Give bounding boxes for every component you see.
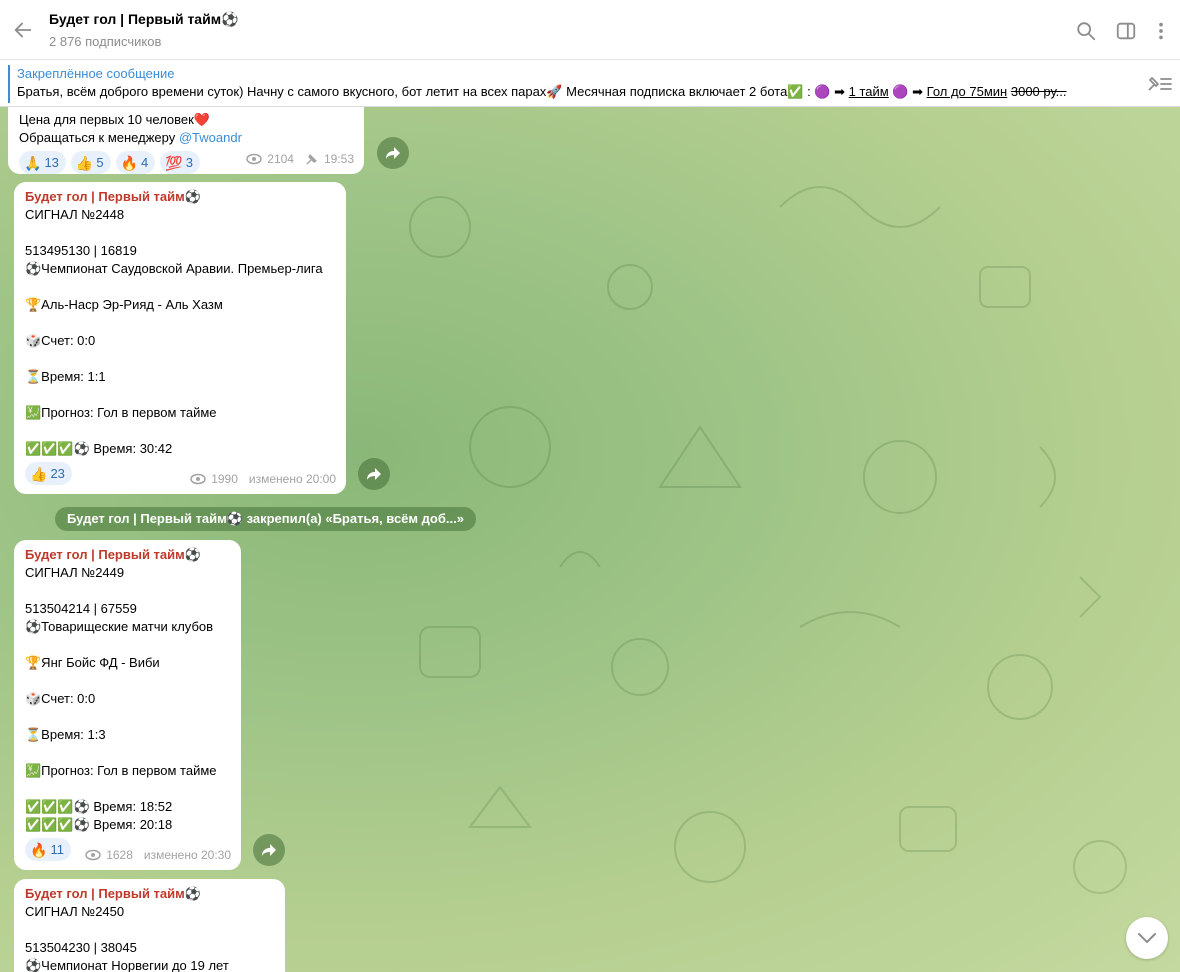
signal-number: СИГНАЛ №2448 (25, 207, 125, 222)
reaction-emoji: 🔥 (120, 154, 139, 171)
edited-time: изменено 20:30 (143, 848, 231, 862)
match-ids: 513504214 | 67559 (25, 601, 137, 616)
result-line: ✅✅✅⚽ Время: 18:52 (25, 799, 173, 814)
subscriber-count: 2 876 подписчиков (49, 34, 162, 49)
pinned-link-1[interactable]: 1 тайм (849, 84, 889, 99)
pinned-link-2[interactable]: Гол до 75мин (927, 84, 1008, 99)
reaction-chip[interactable]: 🔥 11 (25, 838, 71, 861)
edited-time: изменено 20:00 (248, 472, 336, 486)
sidebar-toggle-icon[interactable] (1115, 20, 1137, 42)
message-meta: 1990 изменено 20:00 (190, 470, 336, 488)
match-score: 🎲Счет: 0:0 (25, 333, 96, 348)
forward-arrow-icon (386, 147, 400, 159)
pinned-text-start: Братья, всём доброго времени суток) Начн… (17, 84, 849, 99)
message-bubble: Будет гол | Первый тайм⚽ СИГНАЛ №2450 51… (14, 879, 285, 972)
reaction-chip[interactable]: 💯 3 (160, 151, 200, 174)
back-arrow-icon[interactable] (12, 19, 34, 41)
pinned-strike-price: 3000 ру... (1010, 84, 1067, 99)
scroll-down-button[interactable] (1126, 917, 1168, 959)
reaction-count: 11 (50, 841, 64, 857)
message-author[interactable]: Будет гол | Первый тайм⚽ (25, 885, 275, 903)
reaction-emoji: 🔥 (30, 841, 48, 858)
message-bubble: Цена для первых 10 человек❤️ Обращаться … (8, 107, 364, 174)
reaction-count: 13 (44, 154, 59, 170)
views-eye-icon (85, 849, 101, 861)
reaction-chip[interactable]: 👍 23 (25, 462, 72, 485)
pinned-text-mid: 🟣 ➡ (888, 84, 927, 99)
match-teams: 🏆Аль-Наср Эр-Рияд - Аль Хазм (25, 297, 223, 312)
pinned-list-icon[interactable] (1145, 72, 1173, 94)
service-message[interactable]: Будет гол | Первый тайм⚽ закрепил(а) «Бр… (55, 507, 476, 531)
view-count: 1628 (106, 848, 133, 862)
forward-button[interactable] (358, 458, 390, 490)
message-meta: 2104 19:53 (246, 150, 354, 168)
forward-button[interactable] (377, 137, 409, 169)
channel-title[interactable]: Будет гол | Первый тайм⚽ (49, 11, 239, 28)
background-pattern (409, 186, 1127, 894)
message-bubble: Будет гол | Первый тайм⚽ СИГНАЛ №2449 51… (14, 540, 241, 870)
message-time: 19:53 (323, 152, 354, 166)
reaction-count: 3 (185, 154, 193, 170)
reaction-count: 4 (141, 154, 149, 170)
reaction-count: 23 (50, 465, 65, 481)
pinned-label: Закреплённое сообщение (17, 66, 175, 81)
forecast: 💹Прогноз: Гол в первом тайме (25, 763, 217, 778)
result-line: ✅✅✅⚽ Время: 20:18 (25, 817, 173, 832)
forward-button[interactable] (253, 834, 285, 866)
league-name: ⚽Чемпионат Норвегии до 19 лет (25, 958, 229, 972)
reaction-emoji: 🙏 (24, 154, 42, 171)
league-name: ⚽Товарищеские матчи клубов (25, 619, 214, 634)
match-ids: 513504230 | 38045 (25, 940, 137, 955)
match-teams: 🏆Янг Бойс ФД - Виби (25, 655, 160, 670)
message-meta: 1628 изменено 20:30 (85, 846, 231, 864)
forward-arrow-icon (367, 468, 381, 480)
views-eye-icon (190, 473, 206, 485)
reaction-emoji: 👍 (75, 154, 94, 171)
signal-number: СИГНАЛ №2450 (25, 904, 125, 919)
reaction-emoji: 👍 (30, 465, 48, 482)
reaction-chip[interactable]: 🙏 13 (19, 151, 66, 174)
message-contact: Обращаться к менеджеру @Twoandr (19, 129, 354, 147)
pin-icon (306, 154, 317, 165)
signal-number: СИГНАЛ №2449 (25, 565, 125, 580)
league-name: ⚽Чемпионат Саудовской Аравии. Премьер-ли… (25, 261, 323, 276)
result-line: ✅✅✅⚽ Время: 30:42 (25, 441, 173, 456)
message-author[interactable]: Будет гол | Первый тайм⚽ (25, 188, 336, 206)
manager-link[interactable]: @Twoandr (179, 130, 242, 145)
message-bubble: Будет гол | Первый тайм⚽ СИГНАЛ №2448 51… (14, 182, 346, 494)
reaction-count: 5 (96, 154, 104, 170)
views-eye-icon (246, 153, 263, 165)
reaction-emoji: 💯 (165, 154, 183, 171)
match-time: ⏳Время: 1:1 (25, 369, 106, 384)
reaction-chip[interactable]: 🔥 4 (115, 151, 156, 174)
contact-prefix: Обращаться к менеджеру (19, 130, 179, 145)
chevron-down-icon (1138, 933, 1156, 943)
pinned-message-bar[interactable]: Закреплённое сообщение Братья, всём добр… (0, 60, 1180, 107)
message-text: Цена для первых 10 человек❤️ (19, 112, 211, 127)
view-count: 2104 (267, 152, 294, 166)
reaction-chip[interactable]: 👍 5 (70, 151, 111, 174)
chat-area[interactable]: Цена для первых 10 человек❤️ Обращаться … (0, 107, 1180, 972)
search-icon[interactable] (1075, 20, 1097, 42)
view-count: 1990 (211, 472, 238, 486)
pinned-indicator (8, 65, 10, 103)
forecast: 💹Прогноз: Гол в первом тайме (25, 405, 217, 420)
match-score: 🎲Счет: 0:0 (25, 691, 96, 706)
message-author[interactable]: Будет гол | Первый тайм⚽ (25, 546, 231, 564)
match-ids: 513495130 | 16819 (25, 243, 137, 258)
match-time: ⏳Время: 1:3 (25, 727, 106, 742)
chat-header: Будет гол | Первый тайм⚽ 2 876 подписчик… (0, 0, 1180, 60)
forward-arrow-icon (262, 844, 276, 856)
pinned-text: Братья, всём доброго времени суток) Начн… (17, 84, 1122, 100)
more-vertical-icon[interactable] (1150, 20, 1172, 42)
